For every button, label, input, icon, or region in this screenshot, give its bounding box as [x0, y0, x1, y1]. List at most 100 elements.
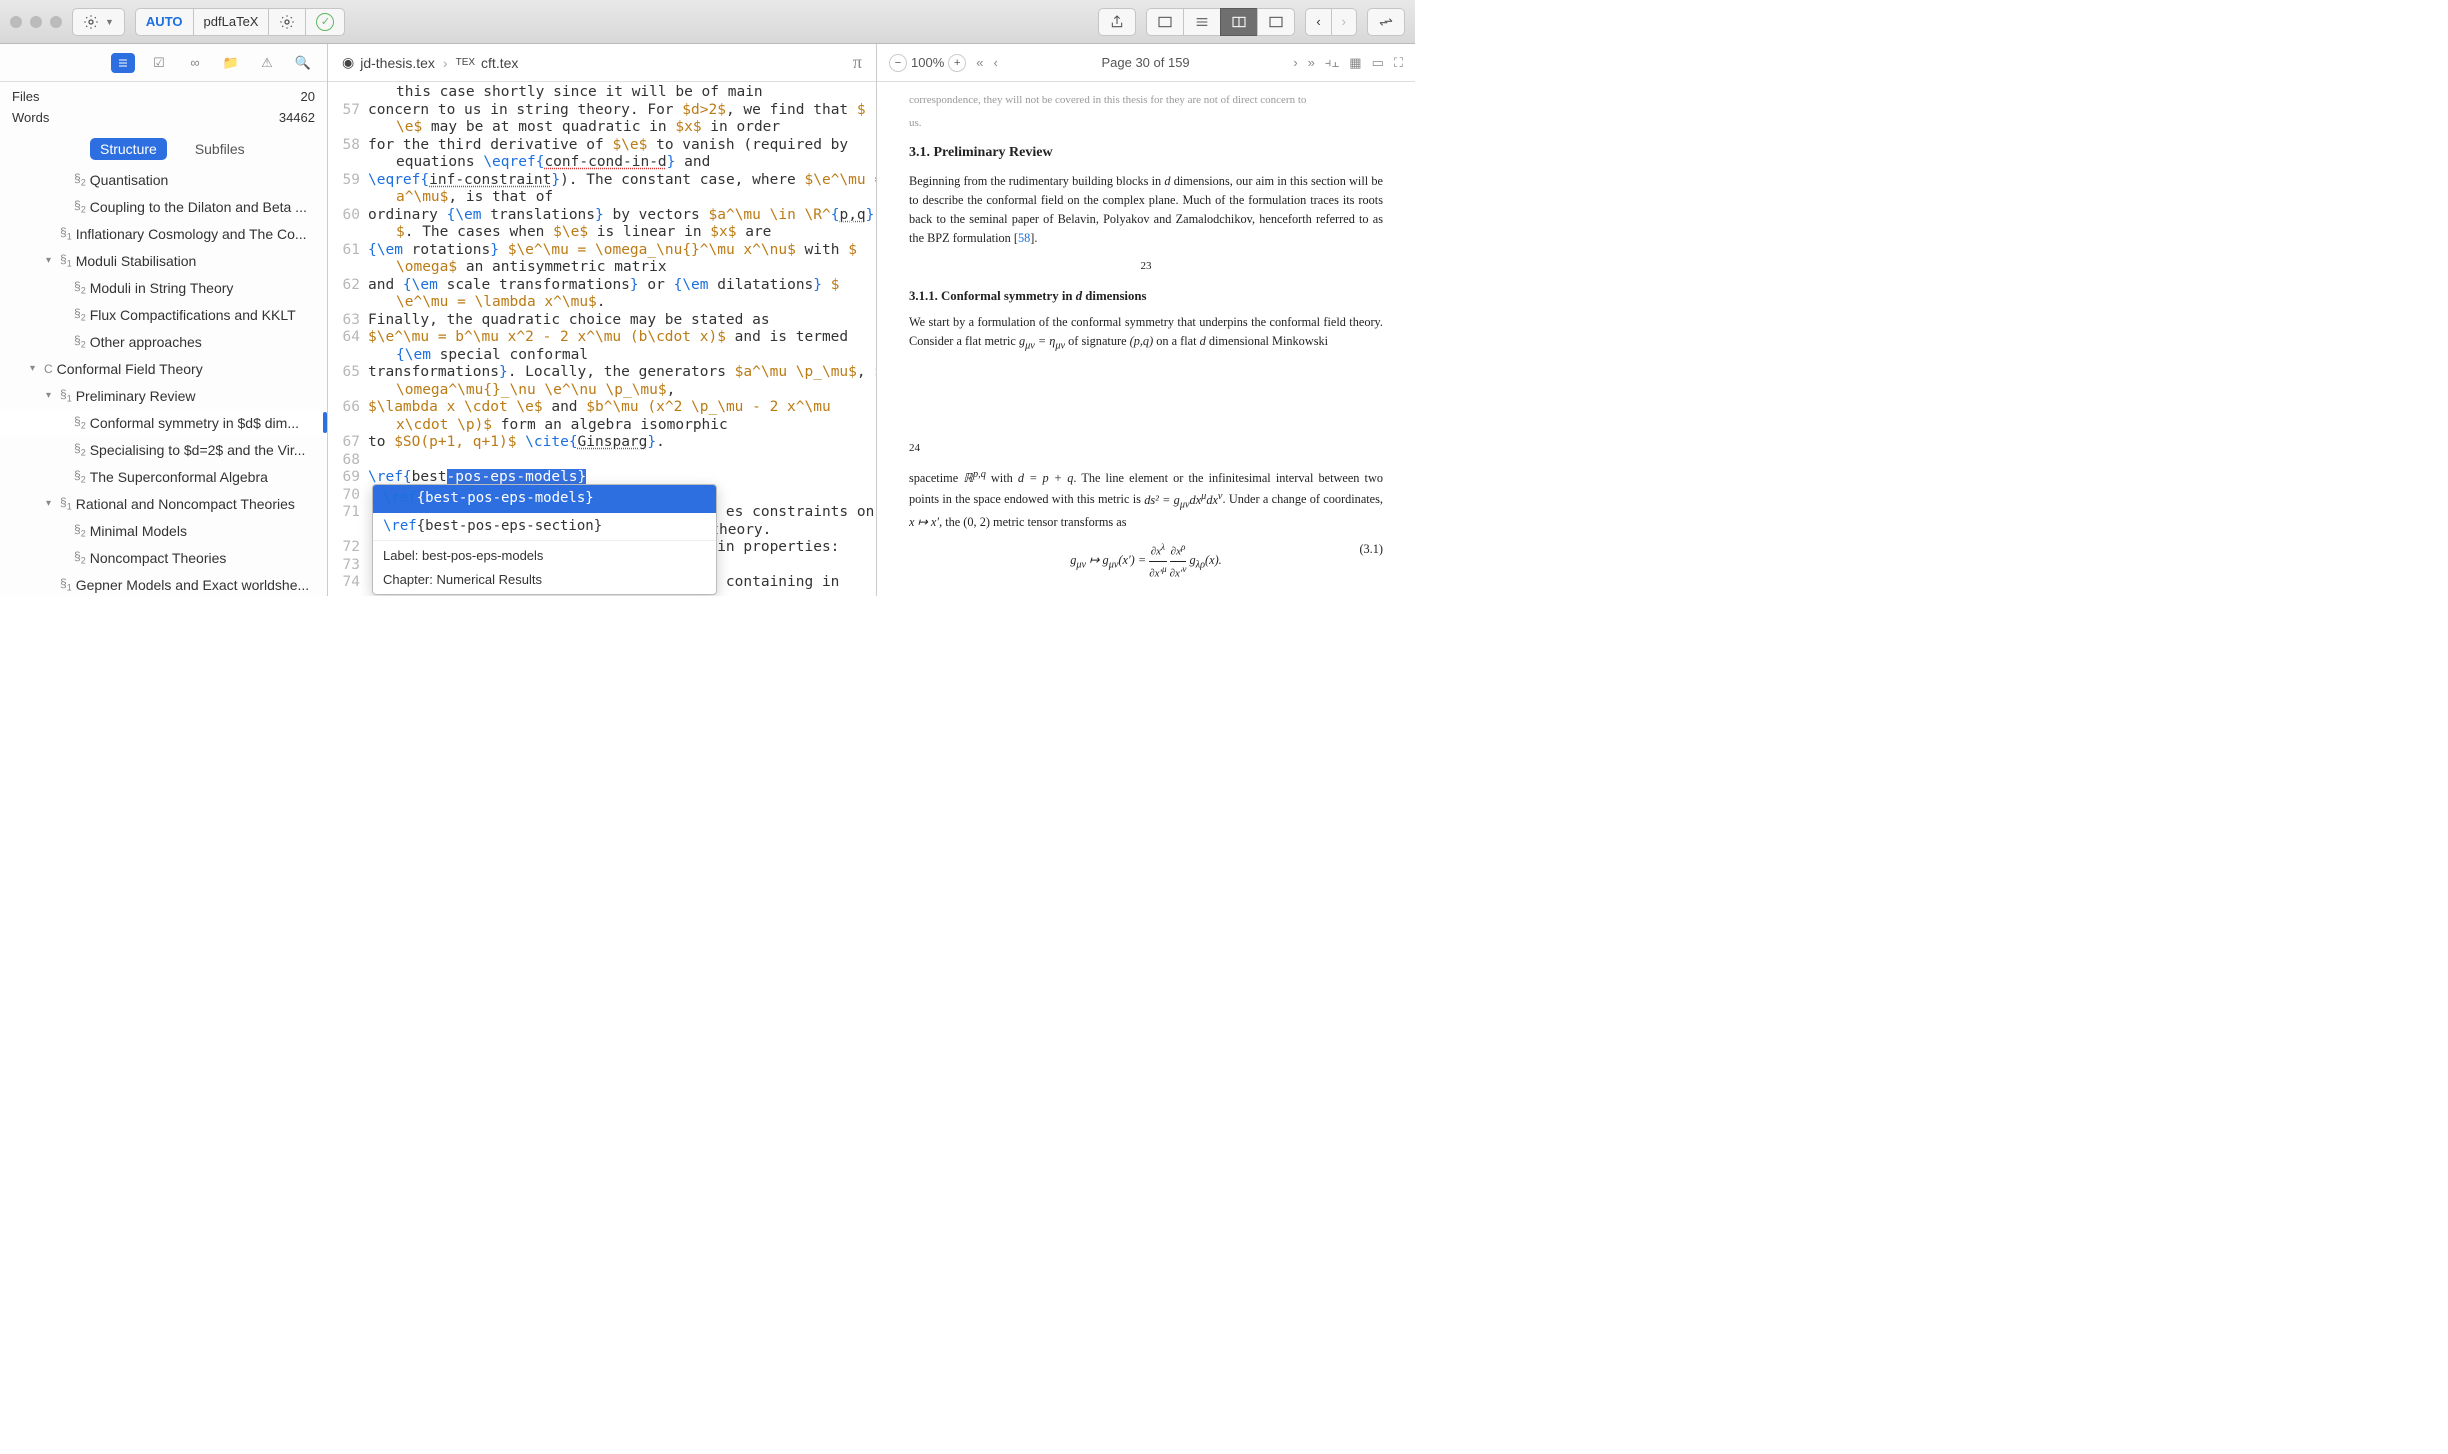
code-line[interactable]: \omega$ an antisymmetric matrix	[328, 259, 876, 277]
code-line[interactable]: this case shortly since it will be of ma…	[328, 84, 876, 102]
outline-item[interactable]: ▾§1Rational and Noncompact Theories	[0, 490, 327, 517]
code-line[interactable]: equations \eqref{conf-cond-in-d} and	[328, 154, 876, 172]
page-last-button[interactable]: »	[1308, 55, 1315, 70]
crop-button[interactable]: ▭	[1372, 55, 1384, 71]
outline-item[interactable]: §2Noncompact Theories	[0, 544, 327, 571]
code-line[interactable]: 68	[328, 452, 876, 470]
code-line[interactable]: 64$\e^\mu = b^\mu x^2 - 2 x^\mu (b\cdot …	[328, 329, 876, 347]
code-line[interactable]: 63Finally, the quadratic choice may be s…	[328, 312, 876, 330]
code-line[interactable]: \omega^\mu{}_\nu \e^\nu \p_\mu$,	[328, 382, 876, 400]
pdf-paragraph: spacetime ℝp,q with d = p + q. The line …	[909, 467, 1383, 532]
section-prefix: §1	[60, 576, 72, 592]
outline-label: Rational and Noncompact Theories	[76, 496, 295, 512]
code-line[interactable]: 62and {\em scale transformations} or {\e…	[328, 277, 876, 295]
line-number: 60	[328, 207, 368, 225]
outline-item[interactable]: ▾CConformal Field Theory	[0, 355, 327, 382]
section-prefix: §2	[74, 414, 86, 430]
code-line[interactable]: 66$\lambda x \cdot \e$ and $b^\mu (x^2 \…	[328, 399, 876, 417]
autocomplete-chapter: Chapter: Numerical Results	[373, 571, 716, 595]
auto-compile-button[interactable]: AUTO	[135, 8, 193, 36]
search-mode-button[interactable]: 🔍	[291, 53, 315, 73]
tab-structure[interactable]: Structure	[90, 138, 167, 160]
zoom-out-button[interactable]: −	[889, 54, 907, 72]
outline-item[interactable]: §2Other approaches	[0, 328, 327, 355]
layout-lines-button[interactable]	[1183, 8, 1220, 36]
section-prefix: C	[44, 362, 53, 376]
outline-item[interactable]: §1Inflationary Cosmology and The Co...	[0, 220, 327, 247]
autocomplete-item[interactable]: \ref{best-pos-eps-section}	[373, 513, 716, 541]
code-line[interactable]: x\cdot \p)$ form an algebra isomorphic	[328, 417, 876, 435]
titlebar: ▼ AUTO pdfLaTeX ✓ ‹ ›	[0, 0, 1415, 44]
compile-button[interactable]: ✓	[305, 8, 345, 36]
outline-item[interactable]: §2Specialising to $d=2$ and the Vir...	[0, 436, 327, 463]
outline-label: Other approaches	[90, 334, 202, 350]
spread-button[interactable]: ⫞⫠	[1325, 55, 1339, 71]
words-count: 34462	[279, 110, 315, 125]
gear-icon	[279, 14, 295, 30]
code-line[interactable]: 67to $SO(p+1, q+1)$ \cite{Ginsparg}.	[328, 434, 876, 452]
tab-subfiles[interactable]: Subfiles	[185, 138, 255, 160]
code-line[interactable]: 59\eqref{inf-constraint}). The constant …	[328, 172, 876, 190]
outline-item[interactable]: §1Gepner Models and Exact worldshe...	[0, 571, 327, 596]
breadcrumb-leaf[interactable]: TEX cft.tex	[456, 55, 519, 71]
grid-button[interactable]: ▦	[1349, 55, 1361, 71]
nav-forward-button[interactable]: ›	[1331, 8, 1357, 36]
outline-mode-button[interactable]	[111, 53, 135, 73]
code-line[interactable]: 57concern to us in string theory. For $d…	[328, 102, 876, 120]
page-first-button[interactable]: «	[976, 55, 983, 70]
line-number: 69	[328, 469, 368, 487]
code-line[interactable]: 60ordinary {\em translations} by vectors…	[328, 207, 876, 225]
share-button[interactable]	[1098, 8, 1136, 36]
line-number: 74	[328, 574, 368, 592]
outline-item[interactable]: §2Moduli in String Theory	[0, 274, 327, 301]
close-window[interactable]	[10, 16, 22, 28]
autocomplete-item[interactable]: \ref{best-pos-eps-models}	[373, 485, 716, 513]
layout-split-button[interactable]	[1220, 8, 1257, 36]
section-prefix: §2	[74, 468, 86, 484]
present-button[interactable]: ⛶	[1394, 55, 1403, 71]
check-icon: ✓	[316, 13, 334, 31]
layout-preview-button[interactable]	[1257, 8, 1295, 36]
math-preview-button[interactable]: π	[853, 52, 862, 73]
code-line[interactable]: 61{\em rotations} $\e^\mu = \omega_\nu{}…	[328, 242, 876, 260]
todo-mode-button[interactable]: ☑	[147, 53, 171, 73]
code-line[interactable]: {\em special conformal	[328, 347, 876, 365]
files-mode-button[interactable]: 📁	[219, 53, 243, 73]
link-mode-button[interactable]: ∞	[183, 53, 207, 73]
pdf-text: correspondence, they will not be covered…	[909, 92, 1383, 109]
outline-item[interactable]: §2Flux Compactifications and KKLT	[0, 301, 327, 328]
pdf-heading: 3.1. Preliminary Review	[909, 142, 1383, 164]
layout-editor-button[interactable]	[1146, 8, 1183, 36]
pdf-page[interactable]: correspondence, they will not be covered…	[877, 82, 1415, 596]
outline-item[interactable]: §2Minimal Models	[0, 517, 327, 544]
code-line[interactable]: 65transformations}. Locally, the generat…	[328, 364, 876, 382]
code-line[interactable]: $. The cases when $\e$ is linear in $x$ …	[328, 224, 876, 242]
code-editor[interactable]: this case shortly since it will be of ma…	[328, 82, 876, 596]
outline-item[interactable]: ▾§1Preliminary Review	[0, 382, 327, 409]
engine-select[interactable]: pdfLaTeX	[193, 8, 269, 36]
code-line[interactable]: 58for the third derivative of $\e$ to va…	[328, 137, 876, 155]
warnings-mode-button[interactable]: ⚠	[255, 53, 279, 73]
minimize-window[interactable]	[30, 16, 42, 28]
outline-item[interactable]: §2Quantisation	[0, 166, 327, 193]
line-number: 57	[328, 102, 368, 120]
outline-item[interactable]: §2The Superconformal Algebra	[0, 463, 327, 490]
outline-item[interactable]: ▾§1Moduli Stabilisation	[0, 247, 327, 274]
code-line[interactable]: \e^\mu = \lambda x^\mu$.	[328, 294, 876, 312]
zoom-window[interactable]	[50, 16, 62, 28]
outline-item[interactable]: §2Conformal symmetry in $d$ dim...	[0, 409, 327, 436]
zoom-in-button[interactable]: +	[948, 54, 966, 72]
page-next-button[interactable]: ›	[1293, 55, 1297, 70]
code-line[interactable]: \e$ may be at most quadratic in $x$ in o…	[328, 119, 876, 137]
layout-preview-icon	[1268, 14, 1284, 30]
sync-button[interactable]	[1367, 8, 1405, 36]
outline-label: Noncompact Theories	[90, 550, 227, 566]
outline-item[interactable]: §2Coupling to the Dilaton and Beta ...	[0, 193, 327, 220]
breadcrumb-file2: cft.tex	[481, 55, 518, 71]
code-line[interactable]: a^\mu$, is that of	[328, 189, 876, 207]
compile-settings-button[interactable]	[268, 8, 305, 36]
nav-back-button[interactable]: ‹	[1305, 8, 1330, 36]
page-prev-button[interactable]: ‹	[993, 55, 997, 70]
settings-button[interactable]: ▼	[72, 8, 125, 36]
breadcrumb-root[interactable]: ◉ jd-thesis.tex	[342, 54, 435, 71]
